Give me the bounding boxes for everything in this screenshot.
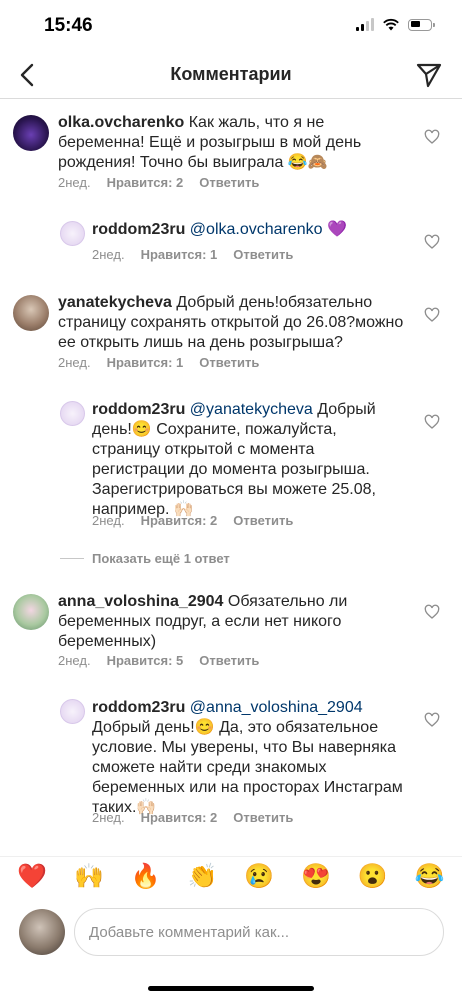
comment-text-line: регистрации до момента розыгрыша. bbox=[92, 461, 370, 478]
like-button[interactable] bbox=[424, 604, 440, 620]
comment-text-line: день!😊 Сохраните, пожалуйста, bbox=[92, 421, 337, 438]
comment-text-line: страницу сохранять открытой до 26.08?мож… bbox=[58, 314, 404, 331]
emoji-laughing[interactable]: 😂 bbox=[415, 863, 445, 891]
comment-username[interactable]: roddom23ru bbox=[92, 221, 185, 238]
heart-outline-icon bbox=[424, 234, 440, 249]
comment-input[interactable] bbox=[74, 908, 444, 956]
emoji-crying[interactable]: 😢 bbox=[244, 863, 274, 891]
comment-text-line: беременных) bbox=[58, 633, 157, 650]
avatar[interactable] bbox=[60, 699, 85, 724]
comment-username[interactable]: anna_voloshina_2904 bbox=[58, 593, 223, 610]
show-more-replies-label[interactable]: Показать ещё 1 ответ bbox=[92, 551, 230, 566]
comment-meta: 2нед. Нравится: 2 Ответить bbox=[92, 810, 293, 825]
header: Комментарии bbox=[0, 52, 462, 99]
like-button[interactable] bbox=[424, 307, 440, 323]
emoji-quick-bar: ❤️ 🙌 🔥 👏 😢 😍 😮 😂 bbox=[0, 856, 462, 896]
mention-link[interactable]: @anna_voloshina_2904 bbox=[190, 699, 363, 716]
comment-username[interactable]: olka.ovcharenko bbox=[58, 114, 184, 131]
likes-count[interactable]: Нравится: 2 bbox=[107, 175, 184, 190]
comment-text-line: Зарегистрироваться вы можете 25.08, bbox=[92, 481, 376, 498]
emoji-raised-hands[interactable]: 🙌 bbox=[74, 863, 104, 891]
comment-text-line: Обязательно ли bbox=[227, 593, 348, 610]
reply-button[interactable]: Ответить bbox=[199, 653, 259, 668]
comment-text-line: Как жаль, что я не bbox=[188, 114, 325, 131]
home-indicator bbox=[148, 986, 314, 991]
mention-link[interactable]: @olka.ovcharenko bbox=[190, 221, 323, 238]
comment-text-line: 💜 bbox=[327, 221, 347, 238]
heart-outline-icon bbox=[424, 712, 440, 727]
comment-text-line: Добрый день!обязательно bbox=[176, 294, 373, 311]
like-button[interactable] bbox=[424, 414, 440, 430]
comment-text-line: условие. Мы уверены, что Вы наверняка bbox=[92, 739, 397, 756]
comment-meta: 2нед. Нравится: 2 Ответить bbox=[58, 175, 259, 190]
comment-username[interactable]: roddom23ru bbox=[92, 401, 185, 418]
avatar[interactable] bbox=[13, 115, 49, 151]
reply-button[interactable]: Ответить bbox=[233, 513, 293, 528]
comment-text-line: беременна! Ещё и розыгрыш в мой день bbox=[58, 134, 362, 151]
heart-outline-icon bbox=[424, 414, 440, 429]
comment-text-line: ее открыть лишь на день розыгрыша? bbox=[58, 334, 343, 351]
reply-button[interactable]: Ответить bbox=[233, 810, 293, 825]
mention-link[interactable]: @yanatekycheva bbox=[190, 401, 313, 418]
heart-outline-icon bbox=[424, 307, 440, 322]
comment-meta: 2нед. Нравится: 1 Ответить bbox=[92, 247, 293, 262]
reply-button[interactable]: Ответить bbox=[199, 355, 259, 370]
comment-time: 2нед. bbox=[58, 653, 91, 668]
likes-count[interactable]: Нравится: 1 bbox=[107, 355, 184, 370]
comment-text-line: сможете найти среди знакомых bbox=[92, 759, 327, 776]
comment-text-line: беременных подруг, а если нет никого bbox=[58, 613, 342, 630]
avatar[interactable] bbox=[60, 401, 85, 426]
comment-username[interactable]: yanatekycheva bbox=[58, 294, 172, 311]
comment-time: 2нед. bbox=[58, 355, 91, 370]
comment-text-line: рождения! Точно бы выиграла 😂🙈 bbox=[58, 154, 328, 171]
heart-outline-icon bbox=[424, 604, 440, 619]
emoji-clap[interactable]: 👏 bbox=[188, 863, 218, 891]
likes-count[interactable]: Нравится: 5 bbox=[107, 653, 184, 668]
reply-button[interactable]: Ответить bbox=[233, 247, 293, 262]
page-title: Комментарии bbox=[170, 64, 292, 84]
like-button[interactable] bbox=[424, 234, 440, 250]
likes-count[interactable]: Нравится: 2 bbox=[141, 810, 218, 825]
comment-text-line: Добрый день!😊 Да, это обязательное bbox=[92, 719, 379, 736]
likes-count[interactable]: Нравится: 1 bbox=[141, 247, 218, 262]
comment-composer bbox=[0, 905, 462, 961]
comment-meta: 2нед. Нравится: 5 Ответить bbox=[58, 653, 259, 668]
comment-username[interactable]: roddom23ru bbox=[92, 699, 185, 716]
comment-time: 2нед. bbox=[92, 513, 125, 528]
emoji-heart[interactable]: ❤️ bbox=[17, 863, 47, 891]
avatar[interactable] bbox=[19, 909, 65, 955]
wifi-icon bbox=[383, 18, 399, 31]
comment-text-line: беременных или на просторах Инстаграм bbox=[92, 779, 403, 796]
avatar[interactable] bbox=[13, 594, 49, 630]
status-bar: 15:46 bbox=[0, 0, 462, 52]
comment-time: 2нед. bbox=[92, 247, 125, 262]
battery-icon bbox=[408, 18, 435, 31]
status-time: 15:46 bbox=[44, 15, 93, 36]
like-button[interactable] bbox=[424, 712, 440, 728]
signal-icon bbox=[356, 18, 374, 31]
heart-outline-icon bbox=[424, 129, 440, 144]
reply-button[interactable]: Ответить bbox=[199, 175, 259, 190]
comment-meta: 2нед. Нравится: 1 Ответить bbox=[58, 355, 259, 370]
show-more-replies[interactable]: Показать ещё 1 ответ bbox=[60, 551, 230, 566]
comment-time: 2нед. bbox=[58, 175, 91, 190]
send-button[interactable] bbox=[414, 60, 444, 90]
comment-meta: 2нед. Нравится: 2 Ответить bbox=[92, 513, 293, 528]
comment-text-line: страницу открытой с момента bbox=[92, 441, 315, 458]
status-icons bbox=[356, 18, 435, 31]
emoji-heart-eyes[interactable]: 😍 bbox=[301, 863, 331, 891]
divider-line bbox=[60, 558, 84, 559]
emoji-fire[interactable]: 🔥 bbox=[131, 863, 161, 891]
like-button[interactable] bbox=[424, 129, 440, 145]
comment-time: 2нед. bbox=[92, 810, 125, 825]
likes-count[interactable]: Нравится: 2 bbox=[141, 513, 218, 528]
paper-plane-icon bbox=[416, 63, 442, 88]
avatar[interactable] bbox=[60, 221, 85, 246]
avatar[interactable] bbox=[13, 295, 49, 331]
comment-text-line: Добрый bbox=[317, 401, 376, 418]
emoji-surprised[interactable]: 😮 bbox=[358, 863, 388, 891]
